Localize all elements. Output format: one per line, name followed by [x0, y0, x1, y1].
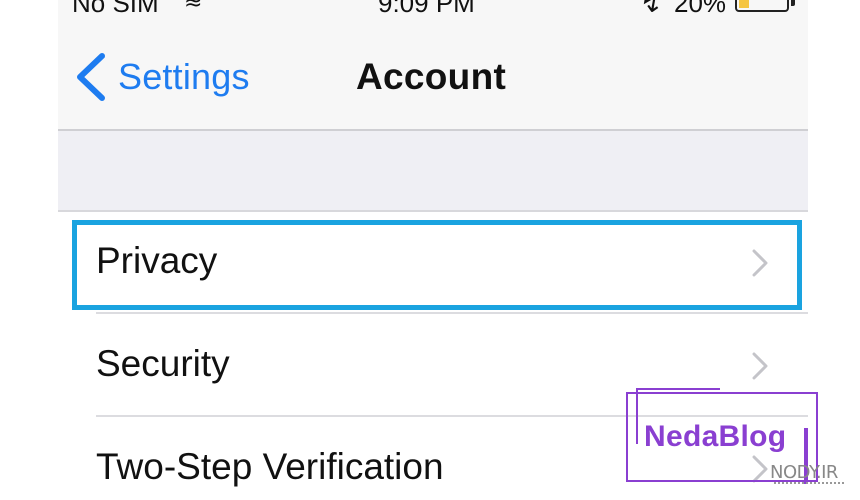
- back-button[interactable]: Settings: [74, 50, 250, 104]
- back-button-label: Settings: [118, 56, 250, 97]
- navigation-bar: Settings Account: [58, 20, 808, 131]
- battery-tip: [791, 0, 795, 6]
- section-spacer: [58, 131, 808, 212]
- chevron-left-icon: [77, 53, 105, 101]
- list-item-security[interactable]: Security: [58, 315, 808, 415]
- row-divider: [96, 415, 808, 417]
- battery-icon: [735, 0, 789, 12]
- list-item-label: Security: [96, 343, 230, 384]
- chevron-right-icon: [752, 455, 768, 483]
- site-stamp-underline: [774, 482, 844, 490]
- wifi-icon: ≋: [184, 0, 203, 13]
- status-time: 9:09 PM: [378, 0, 475, 18]
- battery-fill: [739, 0, 749, 8]
- phone-screen: No SIM ≋ 9:09 PM ↯ 20% Settings Account …: [58, 0, 808, 500]
- list-item-privacy[interactable]: Privacy: [58, 212, 808, 312]
- chevron-right-icon: [752, 249, 768, 277]
- list-item-label: Privacy: [96, 240, 218, 281]
- list-item-label: Two-Step Verification: [96, 446, 444, 487]
- chevron-right-icon: [752, 352, 768, 380]
- battery-percent: 20%: [674, 0, 727, 18]
- charging-bolt-icon: ↯: [640, 0, 662, 18]
- list-item-two-step-verification[interactable]: Two-Step Verification: [58, 418, 808, 500]
- carrier-label: No SIM: [72, 0, 159, 18]
- row-divider: [96, 312, 808, 314]
- page-title: Account: [356, 56, 507, 97]
- status-bar: No SIM ≋ 9:09 PM ↯ 20%: [58, 0, 808, 20]
- site-stamp: NODY.IR: [770, 462, 838, 483]
